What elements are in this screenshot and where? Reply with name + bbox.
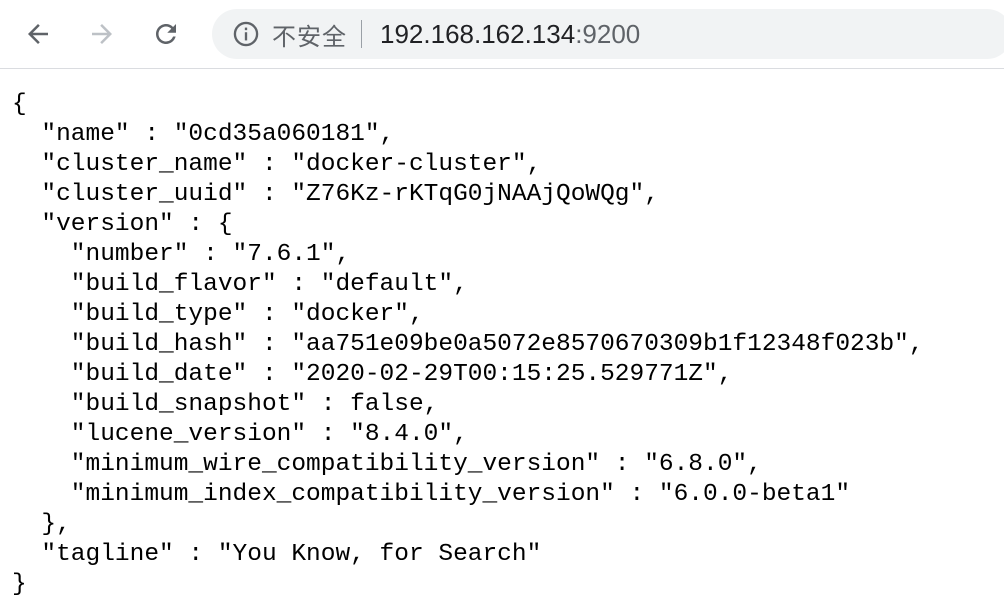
- url-port: :9200: [575, 18, 641, 49]
- browser-toolbar: 不安全 192.168.162.134:9200: [0, 0, 1004, 69]
- json-response: { "name" : "0cd35a060181", "cluster_name…: [12, 90, 924, 600]
- json-line: "minimum_wire_compatibility_version" : "…: [12, 451, 762, 478]
- url-host: 192.168.162.134: [380, 18, 576, 49]
- json-line: "build_snapshot" : false,: [12, 391, 439, 418]
- arrow-right-icon: [87, 19, 117, 49]
- security-status-label[interactable]: 不安全: [272, 17, 347, 52]
- url-text[interactable]: 192.168.162.134:9200: [380, 19, 640, 50]
- json-line: "build_flavor" : "default",: [12, 271, 468, 298]
- reload-button[interactable]: [146, 14, 186, 54]
- json-line: "cluster_uuid" : "Z76Kz-rKTqG0jNAAjQoWQg…: [12, 181, 659, 208]
- forward-button[interactable]: [82, 14, 122, 54]
- omnibox-divider: [361, 20, 362, 48]
- reload-icon: [151, 19, 181, 49]
- back-button[interactable]: [18, 14, 58, 54]
- json-line: },: [12, 511, 71, 538]
- json-line: {: [12, 91, 27, 118]
- json-line: "build_hash" : "aa751e09be0a5072e8570670…: [12, 331, 924, 358]
- json-line: "cluster_name" : "docker-cluster",: [12, 151, 542, 178]
- json-line: "lucene_version" : "8.4.0",: [12, 421, 468, 448]
- json-line: "build_type" : "docker",: [12, 301, 424, 328]
- json-line: "build_date" : "2020-02-29T00:15:25.5297…: [12, 361, 733, 388]
- address-bar[interactable]: 不安全 192.168.162.134:9200: [212, 9, 1004, 59]
- arrow-left-icon: [23, 19, 53, 49]
- json-line: "number" : "7.6.1",: [12, 241, 351, 268]
- json-line: "name" : "0cd35a060181",: [12, 121, 395, 148]
- json-line: "tagline" : "You Know, for Search": [12, 541, 542, 568]
- json-line: "version" : {: [12, 211, 233, 238]
- json-line: }: [12, 571, 27, 598]
- info-circle-icon[interactable]: [232, 20, 260, 48]
- json-line: "minimum_index_compatibility_version" : …: [12, 481, 851, 508]
